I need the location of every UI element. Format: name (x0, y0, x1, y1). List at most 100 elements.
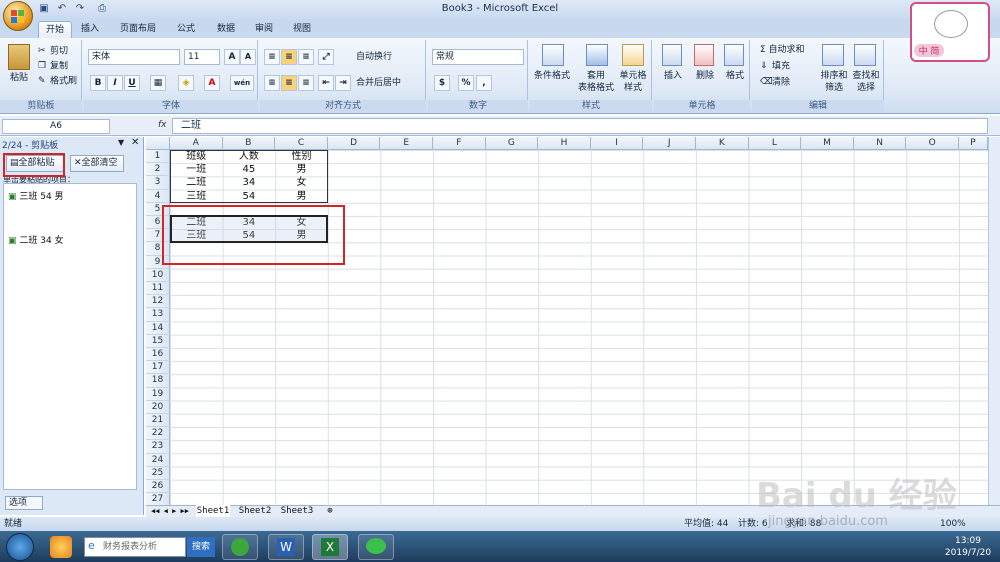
column-header[interactable]: G (485, 137, 539, 150)
column-header[interactable]: A (170, 137, 223, 150)
cell[interactable]: 女 (275, 176, 328, 189)
tab-review[interactable]: 审阅 (248, 21, 280, 38)
column-header[interactable]: K (696, 137, 749, 150)
select-all-corner[interactable] (146, 137, 170, 150)
row-header[interactable]: 10 (146, 268, 170, 282)
merge-center-button[interactable]: 合并后居中 (356, 77, 401, 89)
tab-page-layout[interactable]: 页面布局 (112, 21, 164, 38)
find-select-button[interactable]: 查找和 选择 (850, 70, 882, 94)
options-button[interactable]: 选项 (5, 496, 43, 510)
italic-button[interactable]: I (107, 75, 123, 91)
decrease-indent-button[interactable]: ⇤ (318, 75, 334, 91)
row-header[interactable]: 25 (146, 466, 170, 480)
tab-view[interactable]: 视图 (286, 21, 318, 38)
fill-color-button[interactable]: ◈ (178, 75, 194, 91)
column-header[interactable]: J (643, 137, 696, 150)
font-color-button[interactable]: A (204, 75, 220, 91)
cut-button[interactable]: ✂ 剪切 (38, 45, 68, 58)
row-header[interactable]: 15 (146, 334, 170, 348)
cell[interactable]: 54 (223, 190, 276, 203)
taskbar-excel[interactable]: X (312, 534, 348, 560)
cell[interactable]: 34 (223, 176, 276, 189)
currency-button[interactable]: $ (434, 75, 450, 91)
comma-button[interactable]: , (476, 75, 492, 91)
cell[interactable]: 人数 (223, 150, 276, 163)
search-button[interactable]: 搜索 (187, 537, 215, 557)
paste-button[interactable]: 粘贴 (10, 72, 28, 84)
system-clock[interactable]: 13:09 2019/7/20 (938, 535, 998, 559)
cell-styles-button[interactable]: 单元格 样式 (618, 70, 648, 94)
app-icon[interactable] (50, 536, 72, 558)
autosum-button[interactable]: Σ 自动求和 (760, 44, 805, 56)
delete-cells-button[interactable]: 删除 (696, 70, 714, 82)
start-button[interactable] (6, 533, 34, 561)
cell[interactable]: 性别 (275, 150, 328, 163)
insert-cells-button[interactable]: 插入 (664, 70, 682, 82)
align-left-button[interactable]: ≡ (264, 75, 280, 91)
table-format-button[interactable]: 套用 表格格式 (574, 70, 618, 94)
align-middle-button[interactable]: ≡ (281, 49, 297, 65)
clear-all-button[interactable]: ✕全部清空 (70, 155, 124, 172)
tab-home[interactable]: 开始 (38, 21, 72, 38)
row-header[interactable]: 17 (146, 361, 170, 375)
phonetic-button[interactable]: wén (230, 75, 254, 91)
zoom-level[interactable]: 100% (940, 517, 966, 531)
clipboard-item[interactable]: ▣ 二班 34 女 (8, 233, 64, 246)
increase-indent-button[interactable]: ⇥ (335, 75, 351, 91)
align-bottom-button[interactable]: ≡ (298, 49, 314, 65)
wrap-text-button[interactable]: 自动换行 (356, 51, 392, 63)
pane-menu-icon[interactable]: ▼ (118, 138, 124, 147)
number-format-select[interactable]: 常规 (432, 49, 524, 65)
column-header[interactable]: E (380, 137, 433, 150)
column-header[interactable]: D (327, 137, 381, 150)
formula-input[interactable]: 二班 (172, 118, 988, 134)
format-cells-button[interactable]: 格式 (726, 70, 744, 82)
row-header[interactable]: 2 (146, 163, 170, 177)
insert-sheet-icon[interactable]: ⊕ (322, 505, 338, 517)
name-box[interactable]: A6 (2, 119, 110, 134)
column-header[interactable]: C (275, 137, 328, 150)
cell[interactable]: 45 (223, 163, 276, 176)
copy-button[interactable]: ❐ 复制 (38, 60, 68, 73)
cell[interactable]: 男 (275, 190, 328, 203)
row-header[interactable]: 14 (146, 321, 170, 335)
taskbar-app[interactable] (222, 534, 258, 560)
taskbar-wechat[interactable] (358, 534, 394, 560)
sort-filter-button[interactable]: 排序和 筛选 (818, 70, 850, 94)
row-header[interactable]: 13 (146, 308, 170, 322)
column-header[interactable]: M (801, 137, 854, 150)
format-painter-button[interactable]: ✎ 格式刷 (38, 75, 77, 88)
tab-insert[interactable]: 插入 (76, 21, 104, 38)
cell[interactable]: 男 (275, 163, 328, 176)
row-header[interactable]: 1 (146, 150, 170, 164)
insert-function-button[interactable]: fx (158, 120, 167, 130)
column-header[interactable]: H (538, 137, 591, 150)
taskbar-word[interactable]: W (268, 534, 304, 560)
align-top-button[interactable]: ≡ (264, 49, 280, 65)
column-header[interactable]: L (748, 137, 802, 150)
row-header[interactable]: 18 (146, 374, 170, 388)
row-header[interactable]: 23 (146, 440, 170, 454)
row-header[interactable]: 22 (146, 427, 170, 441)
row-header[interactable]: 19 (146, 387, 170, 401)
cell[interactable]: 二班 (170, 176, 223, 189)
clear-button[interactable]: ⌫清除 (760, 76, 790, 89)
conditional-format-button[interactable]: 条件格式 (534, 70, 570, 82)
row-header[interactable]: 21 (146, 414, 170, 428)
shrink-font-button[interactable]: A (240, 49, 256, 65)
align-right-button[interactable]: ≡ (298, 75, 314, 91)
orientation-button[interactable]: ⤢ (318, 49, 334, 65)
underline-button[interactable]: U (124, 75, 140, 91)
row-header[interactable]: 16 (146, 348, 170, 362)
column-header[interactable]: F (433, 137, 486, 150)
sheet-tab[interactable]: Sheet1 (196, 505, 230, 517)
column-header[interactable]: P (959, 137, 988, 150)
cell[interactable]: 三班 (170, 190, 223, 203)
cell[interactable]: 一班 (170, 163, 223, 176)
row-header[interactable]: 3 (146, 176, 170, 190)
tab-formulas[interactable]: 公式 (170, 21, 202, 38)
row-header[interactable]: 24 (146, 453, 170, 467)
row-header[interactable]: 11 (146, 282, 170, 296)
search-input[interactable]: 财务报表分析 (84, 537, 186, 557)
cell[interactable]: 班级 (170, 150, 223, 163)
